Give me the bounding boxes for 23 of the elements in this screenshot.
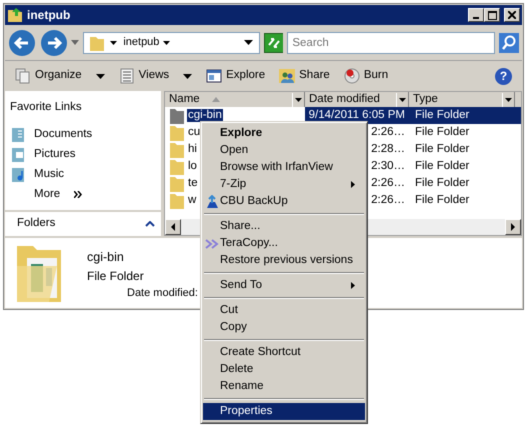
type-cell-text: File Folder [414, 142, 470, 157]
date-cell: 9/14/2011 6:05 PM [308, 108, 405, 122]
file-name: cgi-bin [187, 108, 223, 122]
file-name: cu [187, 126, 202, 140]
file-type: File Folder [87, 269, 145, 284]
date-modified-label: Date modified: [127, 287, 198, 301]
type-cell-text: File Folder [414, 192, 470, 208]
file-name: hi [187, 142, 198, 156]
type-cell-text: File Folder [414, 176, 470, 191]
window-title: inetpub [27, 8, 70, 22]
date-cell: 2:30… [371, 160, 405, 174]
date-cell: 2:26… [371, 194, 405, 208]
type-cell: File Folder [409, 107, 515, 124]
date-cell: 2:26… [371, 176, 405, 190]
type-cell-text: File Folder [414, 158, 470, 174]
date-cell: 2:28… [371, 142, 405, 156]
file-name: cgi-bin [87, 250, 125, 265]
file-name: te [187, 176, 199, 190]
file-name: w [187, 194, 198, 208]
file-name: lo [187, 160, 198, 174]
date-cell: 2:26… [371, 126, 405, 140]
type-cell-text: File Folder [414, 124, 470, 140]
section-heading: Favorite Links [10, 101, 83, 115]
